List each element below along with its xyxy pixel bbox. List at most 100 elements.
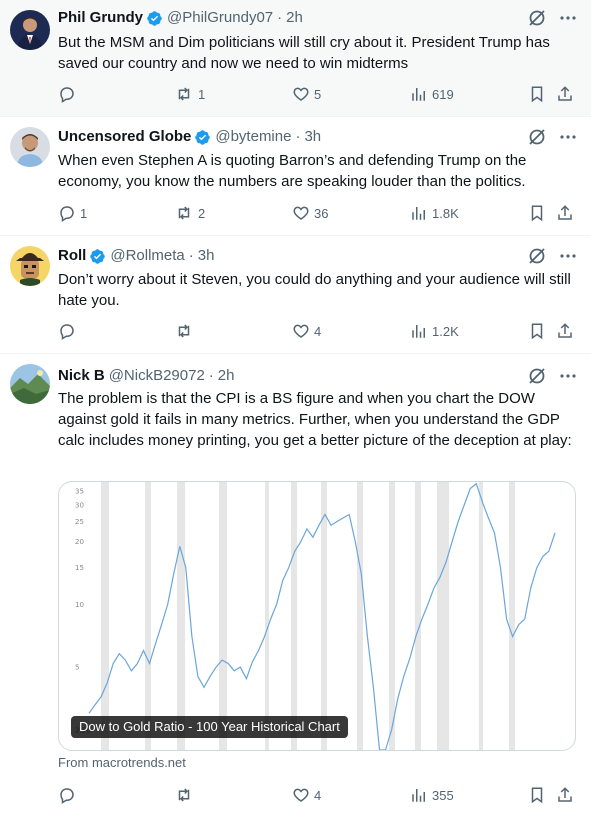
media-chart-card[interactable]: 35302520151052.50 Dow to Gold Ratio - 10… [58, 481, 576, 751]
bookmark-button[interactable] [528, 202, 546, 224]
timestamp[interactable]: 3h [198, 246, 215, 266]
tweet-text: But the MSM and Dim politicians will sti… [58, 34, 550, 72]
views-icon [412, 207, 425, 220]
avatar[interactable] [10, 10, 50, 50]
reply-button[interactable] [58, 83, 80, 105]
reply-icon [60, 87, 74, 103]
like-button[interactable]: 4 [292, 784, 321, 806]
separator-dot: · [295, 128, 301, 145]
heart-icon [293, 206, 309, 220]
reply-button[interactable]: 1 [58, 202, 87, 224]
verified-badge-icon [147, 10, 162, 26]
views-button[interactable]: 1.8K [410, 202, 459, 224]
tweet-text: When even Stephen A is quoting Barron’s … [58, 152, 527, 190]
separator-dot: · [188, 247, 194, 264]
share-button[interactable] [556, 784, 574, 806]
share-icon [558, 205, 572, 220]
recession-band [265, 482, 269, 750]
share-icon [558, 86, 572, 101]
like-count: 4 [314, 787, 322, 803]
recession-band [389, 482, 395, 750]
share-icon [558, 787, 572, 802]
timestamp[interactable]: 2h [286, 8, 303, 28]
like-count: 5 [314, 86, 322, 102]
repost-icon [178, 324, 190, 338]
repost-button[interactable]: 2 [174, 202, 205, 224]
author-name[interactable]: Roll [58, 246, 86, 266]
share-button[interactable] [556, 83, 574, 105]
repost-count: 1 [198, 86, 206, 102]
recession-band [479, 482, 483, 750]
y-tick-label: 35 [75, 488, 84, 496]
bookmark-button[interactable] [528, 320, 546, 342]
y-tick-label: 10 [75, 601, 84, 609]
bookmark-button[interactable] [528, 83, 546, 105]
bookmark-icon [531, 787, 543, 804]
like-button[interactable]: 4 [292, 320, 321, 342]
author-handle[interactable]: @PhilGrundy07 [167, 8, 273, 28]
bookmark-button[interactable] [528, 784, 546, 806]
y-tick-label: 5 [75, 664, 79, 672]
view-count: 1.8K [432, 205, 459, 221]
heart-icon [293, 87, 309, 101]
reply-icon [60, 324, 74, 340]
repost-icon [178, 788, 190, 802]
like-button[interactable]: 36 [292, 202, 328, 224]
author-name[interactable]: Uncensored Globe [58, 127, 191, 147]
author-handle[interactable]: @bytemine [215, 127, 291, 147]
bookmark-icon [531, 86, 543, 103]
share-button[interactable] [556, 320, 574, 342]
repost-icon [178, 206, 190, 220]
reply-button[interactable] [58, 784, 80, 806]
views-button[interactable]: 619 [410, 83, 454, 105]
more-options-icon[interactable] [559, 128, 577, 146]
repost-button[interactable]: 1 [174, 83, 205, 105]
verified-badge-icon [195, 129, 211, 145]
share-icon [558, 323, 572, 338]
recession-band [219, 482, 227, 750]
more-options-icon[interactable] [559, 9, 577, 27]
media-source-link[interactable]: From macrotrends.net [58, 755, 186, 770]
share-button[interactable] [556, 202, 574, 224]
grok-icon[interactable] [527, 127, 547, 147]
like-button[interactable]: 5 [292, 83, 321, 105]
author-name[interactable]: Nick B [58, 366, 105, 386]
view-count: 355 [432, 787, 454, 803]
recession-band [437, 482, 449, 750]
author-name[interactable]: Phil Grundy [58, 8, 143, 28]
recession-band [357, 482, 363, 750]
more-options-icon[interactable] [559, 367, 577, 385]
grok-icon[interactable] [527, 246, 547, 266]
like-count: 4 [314, 323, 322, 339]
dow-gold-ratio-chart: 35302520151052.50 [75, 482, 556, 750]
avatar[interactable] [10, 246, 50, 286]
tweet[interactable]: Uncensored Globe @bytemine · 3h When eve… [0, 117, 591, 236]
reply-icon [60, 206, 74, 222]
recession-band [145, 482, 151, 750]
tweet-text: Don’t worry about it Steven, you could d… [58, 271, 571, 309]
views-icon [412, 88, 425, 101]
author-handle[interactable]: @NickB29072 [109, 366, 205, 386]
timestamp[interactable]: 2h [218, 366, 235, 386]
reply-button[interactable] [58, 320, 80, 342]
grok-icon[interactable] [527, 8, 547, 28]
repost-button[interactable] [174, 320, 198, 342]
avatar[interactable] [10, 364, 50, 404]
reply-icon [60, 788, 74, 804]
avatar[interactable] [10, 127, 50, 167]
like-count: 36 [314, 205, 329, 221]
y-tick-label: 30 [75, 501, 84, 509]
author-handle[interactable]: @Rollmeta [110, 246, 184, 266]
timestamp[interactable]: 3h [304, 127, 321, 147]
repost-button[interactable] [174, 784, 198, 806]
more-options-icon[interactable] [559, 247, 577, 265]
views-button[interactable]: 355 [410, 784, 454, 806]
grok-icon[interactable] [527, 366, 547, 386]
tweet[interactable]: Roll @Rollmeta · 3h Don’t worry about it… [0, 236, 591, 354]
views-button[interactable]: 1.2K [410, 320, 459, 342]
views-icon [412, 325, 425, 338]
tweet[interactable]: Phil Grundy @PhilGrundy07 · 2h But the M… [0, 0, 591, 117]
reply-count: 1 [80, 205, 88, 221]
recession-band [321, 482, 327, 750]
repost-count: 2 [198, 205, 206, 221]
